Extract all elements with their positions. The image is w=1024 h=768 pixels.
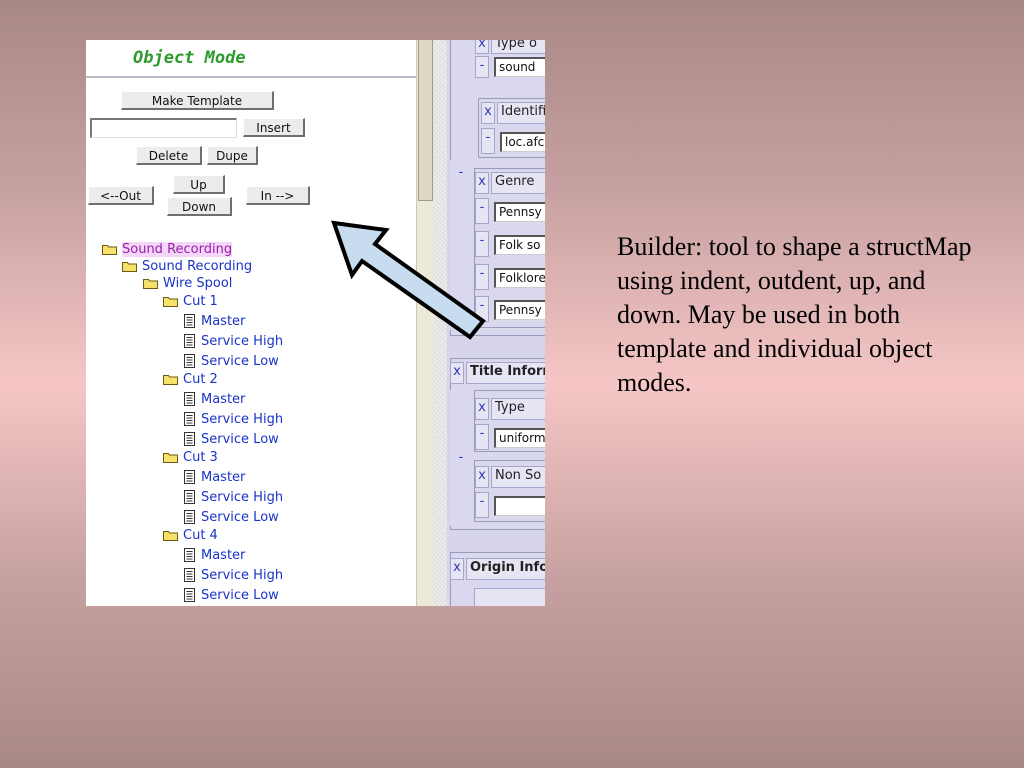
tree-node[interactable]: Cut 2 bbox=[163, 370, 218, 388]
genre-label: Genre bbox=[491, 172, 545, 194]
tree-node[interactable]: Service Low bbox=[184, 352, 279, 370]
remove-origin-info-button[interactable]: x bbox=[450, 558, 464, 580]
document-icon bbox=[184, 392, 195, 406]
dupe-button[interactable]: Dupe bbox=[207, 146, 258, 165]
document-icon bbox=[184, 510, 195, 524]
title-type-label: Type bbox=[491, 398, 545, 420]
type-collapse-button[interactable]: - bbox=[475, 56, 489, 78]
insert-input[interactable] bbox=[90, 118, 237, 138]
tree-node-label: Service Low bbox=[201, 353, 279, 369]
tree-node[interactable]: Cut 3 bbox=[163, 448, 218, 466]
origin-info-label: Origin Info bbox=[466, 558, 545, 580]
non-sort-value-field[interactable] bbox=[494, 496, 545, 516]
tree-node-label: Service Low bbox=[201, 587, 279, 603]
type-label: Type o bbox=[491, 40, 545, 54]
remove-genre-button[interactable]: x bbox=[475, 172, 489, 194]
object-mode-title: Object Mode bbox=[133, 48, 246, 68]
type-value-field[interactable]: sound bbox=[494, 57, 545, 77]
tree-node-label: Service Low bbox=[201, 431, 279, 447]
folder-icon bbox=[163, 452, 178, 463]
genre-value-field[interactable]: Pennsy bbox=[494, 300, 545, 320]
tree-node-label: Master bbox=[201, 391, 246, 407]
remove-title-info-button[interactable]: x bbox=[450, 362, 464, 384]
slide-caption: Builder: tool to shape a structMap using… bbox=[617, 232, 972, 397]
up-button[interactable]: Up bbox=[173, 175, 225, 194]
tree-node[interactable]: Service Low bbox=[184, 586, 279, 604]
title-type-value-field[interactable]: uniform bbox=[494, 428, 545, 448]
tree-node-label: Wire Spool bbox=[163, 275, 233, 291]
tree-node-label: Service High bbox=[201, 333, 284, 349]
genre-value-field[interactable]: Folk so bbox=[494, 235, 545, 255]
insert-button[interactable]: Insert bbox=[243, 118, 305, 137]
genre-value-field[interactable]: Folklore bbox=[494, 268, 545, 288]
tree-node-label: Master bbox=[201, 469, 246, 485]
tree-node[interactable]: Sound Recording bbox=[122, 257, 252, 275]
document-icon bbox=[184, 568, 195, 582]
tree-node[interactable]: Master bbox=[184, 468, 245, 486]
remove-identifier-button[interactable]: x bbox=[481, 102, 495, 124]
tree-node-label: Sound Recording bbox=[122, 241, 233, 257]
tree-node[interactable]: Service High bbox=[184, 332, 283, 350]
arrow-icon bbox=[331, 220, 486, 340]
document-icon bbox=[184, 470, 195, 484]
tree-node-label: Cut 2 bbox=[183, 371, 218, 387]
tree-node[interactable]: Service High bbox=[184, 566, 283, 584]
tree-node-label: Master bbox=[201, 313, 246, 329]
identifier-label: Identifi bbox=[497, 102, 545, 124]
down-button[interactable]: Down bbox=[167, 197, 232, 216]
folder-icon bbox=[143, 278, 158, 289]
title-info-label: Title Inform bbox=[466, 362, 545, 384]
remove-title-type-button[interactable]: x bbox=[475, 398, 489, 420]
tree-node[interactable]: Master bbox=[184, 390, 245, 408]
folder-icon bbox=[163, 530, 178, 541]
tree-node[interactable]: Service Low bbox=[184, 430, 279, 448]
tree-node[interactable]: Sound Recording bbox=[102, 240, 233, 258]
document-icon bbox=[184, 354, 195, 368]
origin-info-subgroup bbox=[474, 588, 545, 606]
delete-button[interactable]: Delete bbox=[136, 146, 202, 165]
tree-node-label: Cut 3 bbox=[183, 449, 218, 465]
remove-non-sort-button[interactable]: x bbox=[475, 466, 489, 488]
remove-type-button[interactable]: x bbox=[475, 40, 489, 54]
make-template-button[interactable]: Make Template bbox=[121, 91, 274, 110]
folder-icon bbox=[163, 374, 178, 385]
tree-node[interactable]: Master bbox=[184, 312, 245, 330]
tree-node[interactable]: Service High bbox=[184, 488, 283, 506]
non-sort-collapse-button[interactable]: - bbox=[475, 492, 489, 518]
tree-node[interactable]: Cut 4 bbox=[163, 526, 218, 544]
tree-node-label: Service High bbox=[201, 567, 284, 583]
tree-node[interactable]: Master bbox=[184, 546, 245, 564]
tree-node-label: Master bbox=[201, 547, 246, 563]
in-button[interactable]: In --> bbox=[246, 186, 310, 205]
genre-value-field[interactable]: Pennsy bbox=[494, 202, 545, 222]
title-type-collapse-button[interactable]: - bbox=[475, 424, 489, 450]
tree-node-label: Cut 1 bbox=[183, 293, 218, 309]
tree-node[interactable]: Service Low bbox=[184, 508, 279, 526]
tree-node[interactable]: Wire Spool bbox=[143, 274, 232, 292]
identifier-value-field[interactable]: loc.afc bbox=[500, 132, 545, 152]
folder-icon bbox=[102, 244, 117, 255]
tree-node[interactable]: Service High bbox=[184, 410, 283, 428]
tree-node-label: Cut 4 bbox=[183, 527, 218, 543]
document-icon bbox=[184, 432, 195, 446]
title-info-collapse-button[interactable]: - bbox=[450, 390, 472, 526]
out-button[interactable]: <--Out bbox=[88, 186, 154, 205]
tree-node-label: Sound Recording bbox=[142, 258, 253, 274]
tree-node-label: Service Low bbox=[201, 509, 279, 525]
scrollbar-thumb[interactable] bbox=[418, 40, 433, 201]
non-sort-label: Non So bbox=[491, 466, 545, 488]
tree-node[interactable]: Cut 1 bbox=[163, 292, 218, 310]
document-icon bbox=[184, 334, 195, 348]
document-icon bbox=[184, 548, 195, 562]
folder-icon bbox=[163, 296, 178, 307]
document-icon bbox=[184, 490, 195, 504]
tree-node-label: Service High bbox=[201, 411, 284, 427]
folder-icon bbox=[122, 261, 137, 272]
document-icon bbox=[184, 412, 195, 426]
identifier-collapse-button[interactable]: - bbox=[481, 128, 495, 154]
document-icon bbox=[184, 314, 195, 328]
document-icon bbox=[184, 588, 195, 602]
tree-node-label: Service High bbox=[201, 489, 284, 505]
title-divider bbox=[86, 76, 416, 78]
